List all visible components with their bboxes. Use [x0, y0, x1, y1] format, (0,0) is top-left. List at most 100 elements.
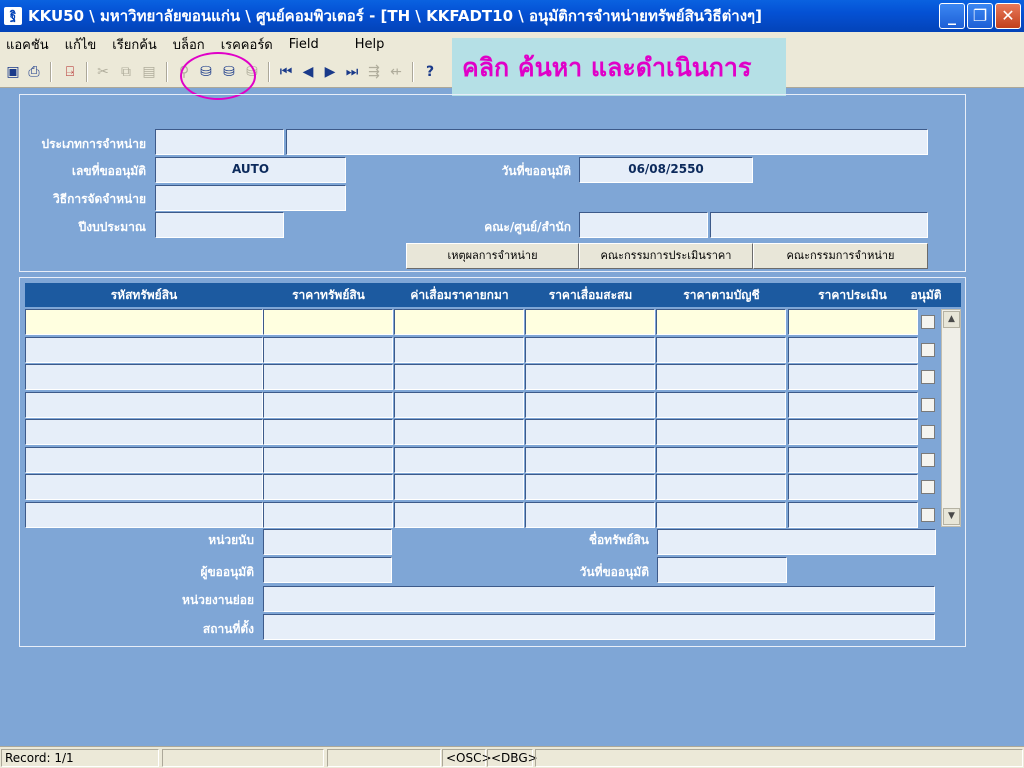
grid-cell[interactable] [525, 391, 655, 418]
faculty-name-field[interactable] [710, 212, 928, 238]
grid-cell[interactable] [525, 336, 655, 363]
grid-cell[interactable] [263, 364, 393, 390]
paste-icon[interactable]: ▤ [139, 62, 159, 82]
request-date-field[interactable]: 06/08/2550 [579, 157, 753, 183]
cut-icon[interactable]: ✂ [93, 62, 113, 82]
maximize-button[interactable]: ❐ [967, 3, 993, 29]
exit-icon[interactable]: ⍈ [60, 62, 80, 82]
grid-cell[interactable] [25, 474, 263, 500]
menu-query[interactable]: เรียกค้น [112, 34, 157, 55]
grid-cell[interactable] [394, 501, 524, 528]
copy-icon[interactable]: ⧉ [116, 62, 136, 82]
subunit-field[interactable] [263, 586, 935, 612]
approve-checkbox[interactable] [921, 425, 935, 439]
last-record-icon[interactable]: ⏭ [342, 62, 362, 82]
grid-cell[interactable] [656, 501, 786, 528]
disposal-type-desc-field[interactable] [286, 129, 928, 155]
grid-cell[interactable] [656, 474, 786, 500]
grid-cell[interactable] [788, 336, 918, 363]
grid-cell[interactable] [25, 364, 263, 390]
grid-cell[interactable] [788, 419, 918, 445]
grid-cell[interactable] [263, 309, 393, 335]
grid-cell[interactable] [656, 446, 786, 473]
approve-checkbox[interactable] [921, 507, 935, 522]
help-icon[interactable]: ? [420, 62, 440, 82]
approve-checkbox[interactable] [921, 397, 935, 412]
requester-field[interactable] [263, 557, 392, 583]
grid-cell[interactable] [525, 309, 655, 335]
grid-scrollbar[interactable]: ▲ ▼ [941, 309, 961, 527]
grid-cell[interactable] [394, 419, 524, 445]
grid-cell[interactable] [656, 309, 786, 335]
next-record-icon[interactable]: ▶ [320, 62, 340, 82]
approve-checkbox[interactable] [921, 315, 935, 329]
grid-cell[interactable] [525, 446, 655, 473]
grid-cell[interactable] [525, 501, 655, 528]
grid-cell[interactable] [263, 501, 393, 528]
grid-cell[interactable] [525, 364, 655, 390]
menu-block[interactable]: บล็อก [173, 34, 205, 55]
menu-edit[interactable]: แก้ไข [65, 34, 97, 55]
grid-cell[interactable] [788, 391, 918, 418]
scroll-down-icon[interactable]: ▼ [943, 508, 960, 525]
grid-cell[interactable] [394, 364, 524, 390]
grid-cell[interactable] [394, 474, 524, 500]
menu-help[interactable]: Help [355, 37, 385, 52]
close-button[interactable]: ✕ [995, 3, 1021, 29]
approve-checkbox[interactable] [921, 370, 935, 384]
status-cell [327, 749, 441, 767]
disposal-method-field[interactable] [155, 185, 346, 211]
print-preview-icon[interactable]: ⎙ [24, 62, 44, 82]
menu-action[interactable]: แอคชัน [6, 34, 49, 55]
grid-cell[interactable] [25, 419, 263, 445]
approve-checkbox[interactable] [921, 452, 935, 467]
grid-cell[interactable] [656, 391, 786, 418]
asset-name-field[interactable] [657, 529, 936, 555]
grid-cell[interactable] [394, 309, 524, 335]
grid-cell[interactable] [394, 391, 524, 418]
grid-cell[interactable] [263, 474, 393, 500]
appraisal-committee-button[interactable]: คณะกรรมการประเมินราคา [579, 243, 753, 269]
grid-cell[interactable] [788, 446, 918, 473]
disposal-reason-button[interactable]: เหตุผลการจำหน่าย [406, 243, 579, 269]
grid-cell[interactable] [788, 501, 918, 528]
grid-cell[interactable] [656, 364, 786, 390]
disposal-committee-button[interactable]: คณะกรรมการจำหน่าย [753, 243, 928, 269]
grid-cell[interactable] [525, 474, 655, 500]
disposal-type-code-field[interactable] [155, 129, 284, 155]
request-date-detail-field[interactable] [657, 557, 787, 583]
fiscal-year-field[interactable] [155, 212, 284, 238]
grid-cell[interactable] [788, 364, 918, 390]
delete-record-icon[interactable]: ⇷ [386, 62, 406, 82]
menu-field[interactable]: Field [289, 37, 319, 52]
save-icon[interactable]: ▣ [3, 62, 23, 82]
grid-cell[interactable] [394, 446, 524, 473]
unit-field[interactable] [263, 529, 392, 555]
approve-checkbox[interactable] [921, 480, 935, 494]
grid-cell[interactable] [788, 474, 918, 500]
grid-cell[interactable] [394, 336, 524, 363]
grid-cell[interactable] [25, 501, 263, 528]
location-field[interactable] [263, 614, 935, 640]
grid-cell[interactable] [788, 309, 918, 335]
menu-record[interactable]: เรคคอร์ด [221, 34, 273, 55]
grid-cell[interactable] [25, 391, 263, 418]
grid-cell[interactable] [656, 336, 786, 363]
grid-cell[interactable] [263, 446, 393, 473]
first-record-icon[interactable]: ⏮ [276, 62, 296, 82]
previous-record-icon[interactable]: ◀ [298, 62, 318, 82]
scroll-up-icon[interactable]: ▲ [943, 311, 960, 328]
approve-checkbox[interactable] [921, 342, 935, 357]
grid-cell[interactable] [656, 419, 786, 445]
insert-record-icon[interactable]: ⇶ [364, 62, 384, 82]
request-no-field[interactable]: AUTO [155, 157, 346, 183]
minimize-button[interactable]: _ [939, 3, 965, 29]
grid-cell[interactable] [263, 336, 393, 363]
grid-cell[interactable] [25, 336, 263, 363]
grid-cell[interactable] [25, 309, 263, 335]
grid-cell[interactable] [525, 419, 655, 445]
faculty-code-field[interactable] [579, 212, 708, 238]
grid-cell[interactable] [25, 446, 263, 473]
grid-cell[interactable] [263, 419, 393, 445]
grid-cell[interactable] [263, 391, 393, 418]
